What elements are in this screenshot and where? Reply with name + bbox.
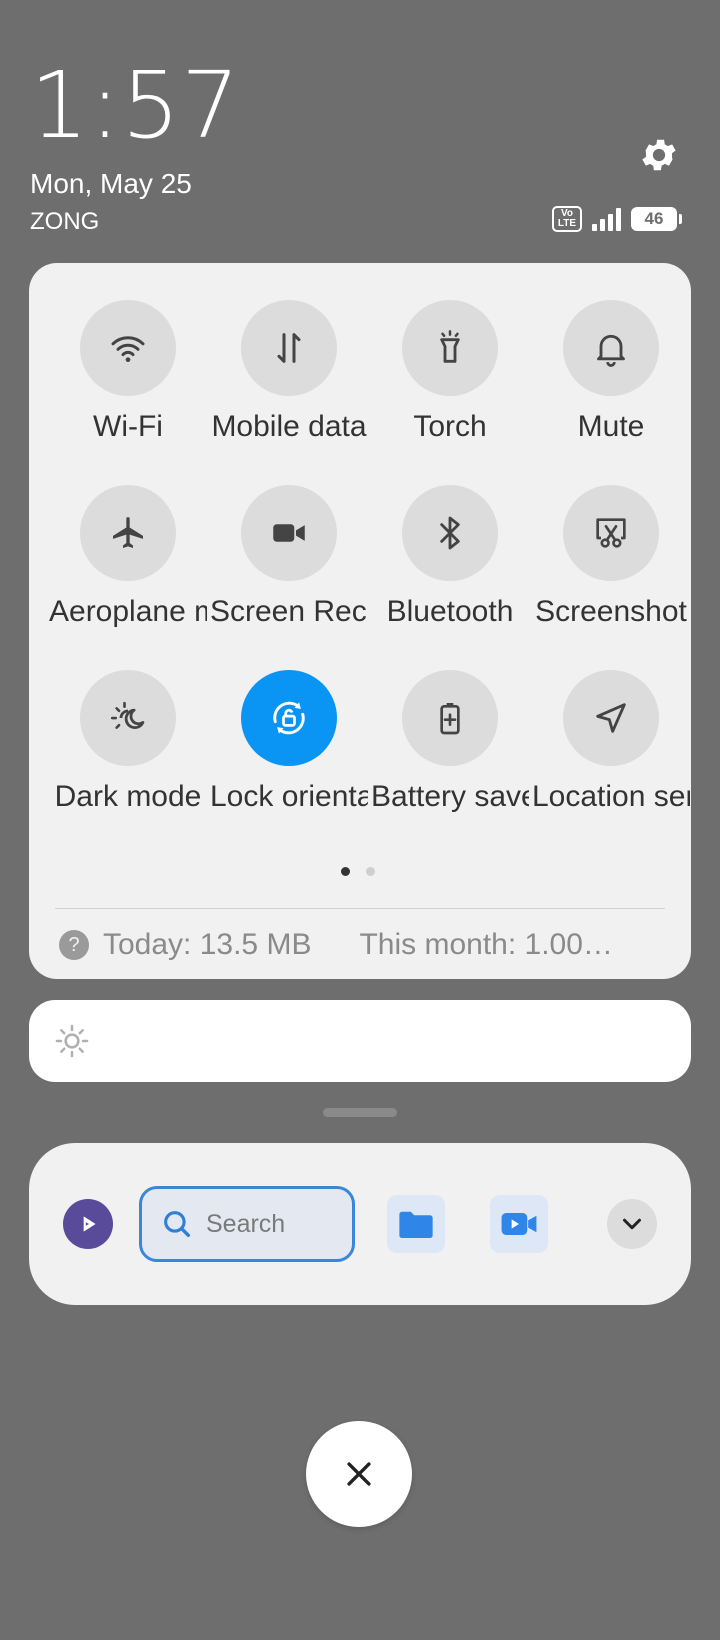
app-dock (29, 1143, 691, 1305)
tile-screen-recorder[interactable]: Screen Recorder (209, 485, 369, 629)
tile-label: Torch (413, 410, 487, 443)
tile-screen-recorder-button[interactable] (241, 485, 337, 581)
tile-bluetooth[interactable]: Bluetooth (370, 485, 530, 629)
tile-torch-button[interactable] (402, 300, 498, 396)
tile-label: Lock orientation (210, 780, 368, 813)
tile-mute[interactable]: Mute (531, 300, 691, 444)
location-icon (596, 703, 626, 733)
usage-today: Today: 13.5 MB (103, 928, 312, 961)
tile-aeroplane[interactable]: Aeroplane mode (48, 485, 208, 629)
wifi-icon (111, 336, 145, 362)
tile-mobile-data[interactable]: Mobile data (209, 300, 369, 444)
battery-saver-icon (440, 703, 460, 735)
brightness-slider[interactable] (29, 1000, 691, 1082)
quick-settings-panel: Wi-Fi Mobile data Torch Mute Aeroplane m… (29, 263, 691, 979)
volte-icon: Vo LTE (552, 206, 582, 232)
dark-mode-icon (110, 701, 145, 729)
tile-dark-mode-button[interactable] (80, 670, 176, 766)
video-camera-icon (273, 524, 305, 542)
clock: 1:57 (30, 52, 241, 159)
tile-mobile-data-button[interactable] (241, 300, 337, 396)
tile-aeroplane-button[interactable] (80, 485, 176, 581)
help-icon: ? (59, 930, 89, 960)
date-label: Mon, May 25 (30, 168, 192, 199)
drag-handle[interactable] (323, 1108, 397, 1117)
app-logo-icon[interactable] (63, 1199, 113, 1249)
battery-icon: 46 (631, 207, 682, 231)
tile-label: Location services (532, 780, 690, 813)
tile-lock-orientation[interactable]: Lock orientation (209, 670, 369, 814)
screenshot-icon (596, 518, 626, 548)
tile-label: Wi-Fi (93, 410, 163, 443)
mobile-data-icon (277, 333, 301, 363)
tile-lock-orientation-button[interactable] (241, 670, 337, 766)
carrier-label: ZONG (30, 208, 100, 235)
tile-label: Bluetooth (386, 595, 514, 628)
search-field[interactable] (139, 1186, 355, 1262)
bluetooth-icon (440, 516, 460, 550)
tile-wifi[interactable]: Wi-Fi (48, 300, 208, 444)
close-icon (347, 1462, 371, 1486)
tile-label: Dark mode (54, 780, 202, 813)
battery-level: 46 (644, 209, 664, 228)
page-dot-active (341, 867, 350, 876)
page-indicator (341, 867, 375, 876)
divider (55, 908, 665, 909)
tile-screenshot[interactable]: Screenshot (531, 485, 691, 629)
tile-screenshot-button[interactable] (563, 485, 659, 581)
lock-rotation-icon (273, 701, 305, 735)
search-icon (164, 1211, 191, 1238)
status-icons: Vo LTE 46 (552, 206, 682, 232)
bell-icon (597, 334, 625, 367)
tile-label: Mute (577, 410, 645, 443)
tile-wifi-button[interactable] (80, 300, 176, 396)
tile-battery-saver[interactable]: Battery saver (370, 670, 530, 814)
tile-label: Aeroplane mode (49, 595, 207, 628)
tile-dark-mode[interactable]: Dark mode (48, 670, 208, 814)
torch-icon (440, 330, 460, 363)
settings-gear-icon[interactable] (638, 134, 680, 176)
tile-bluetooth-button[interactable] (402, 485, 498, 581)
close-button[interactable] (306, 1421, 412, 1527)
tile-mute-button[interactable] (563, 300, 659, 396)
page-dot (366, 867, 375, 876)
tile-label: Screen Recorder (210, 595, 368, 628)
airplane-icon (113, 517, 143, 548)
tile-battery-saver-button[interactable] (402, 670, 498, 766)
chevron-down-icon[interactable] (607, 1199, 657, 1249)
signal-strength-icon (592, 207, 621, 231)
tile-location-button[interactable] (563, 670, 659, 766)
sun-icon (55, 1024, 89, 1058)
folder-icon[interactable] (387, 1195, 445, 1253)
data-usage-row[interactable]: ? Today: 13.5 MB This month: 1.00… (59, 928, 669, 962)
video-icon[interactable] (490, 1195, 548, 1253)
tile-label: Battery saver (371, 780, 529, 813)
tile-label: Mobile data (211, 410, 367, 443)
tile-location[interactable]: Location services (531, 670, 691, 814)
search-input[interactable] (204, 1208, 348, 1240)
usage-month: This month: 1.00… (359, 928, 613, 961)
tile-label: Screenshot (535, 595, 687, 628)
tile-torch[interactable]: Torch (370, 300, 530, 444)
